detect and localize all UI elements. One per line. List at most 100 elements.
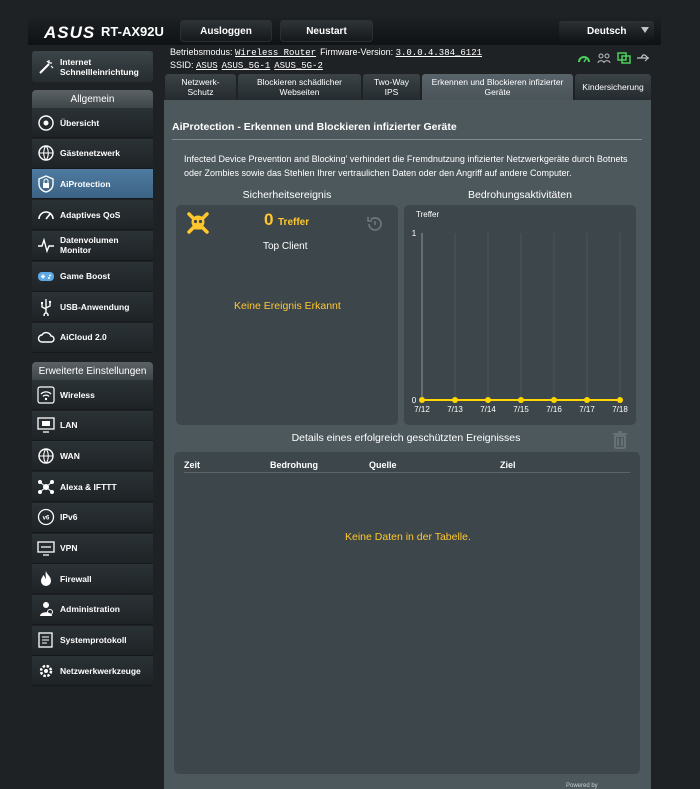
sidebar-item-label: WAN (60, 450, 80, 461)
sidebar-item-label: AiCloud 2.0 (60, 332, 107, 343)
page-description: Infected Device Prevention and Blocking'… (184, 154, 628, 178)
tab-two-way-ips[interactable]: Two-Way IPS (363, 74, 420, 100)
model-name: RT-AX92U (101, 24, 164, 39)
internet-status-icon[interactable] (577, 52, 591, 64)
security-event-title: Sicherheitsereignis (242, 189, 332, 201)
sidebar-item-wireless[interactable]: Wireless (32, 380, 153, 410)
wifi-icon (37, 385, 55, 404)
history-icon[interactable] (365, 214, 385, 234)
sidebar-item-firewall[interactable]: Firewall (32, 564, 153, 595)
y-axis-label: Treffer (416, 210, 439, 219)
sidebar-item-label: USB-Anwendung (60, 301, 130, 312)
y-tick-label: 0 (412, 396, 417, 405)
data-point (584, 397, 590, 403)
sidebar-item-quick-setup[interactable]: Internet Schnellleinrichtung (32, 51, 153, 82)
sidebar-item-label: Übersicht (60, 117, 100, 128)
ssid-label: SSID: (170, 60, 194, 70)
x-tick-label: 7/15 (513, 405, 529, 414)
asus-logo: ASUS (44, 23, 96, 42)
trash-icon[interactable] (612, 431, 628, 449)
sidebar-item-label: Alexa & IFTTT (60, 481, 117, 492)
sidebar-item-übersicht[interactable]: Übersicht (32, 108, 153, 138)
data-point (551, 397, 557, 403)
usb-icon (41, 298, 52, 316)
sidebar-item-label: LAN (60, 420, 78, 431)
data-point (419, 397, 425, 403)
column-header-threat: Bedrohung (270, 460, 318, 470)
globe-icon (38, 145, 54, 161)
sidebar-item-vpn[interactable]: VPN (32, 533, 153, 564)
sidebar-item-label: Netzwerkwerkzeuge (60, 665, 141, 676)
pulse-icon (38, 237, 54, 254)
ssid-link[interactable]: ASUS_5G-2 (274, 61, 323, 71)
column-header-time: Zeit (184, 460, 201, 470)
ssid-link[interactable]: ASUS_5G-1 (222, 61, 271, 71)
x-tick-label: 7/18 (612, 405, 628, 414)
sidebar-section-general: Allgemein (32, 90, 153, 108)
lock-shield-icon (38, 175, 54, 193)
admin-icon (40, 602, 53, 617)
sidebar-item-alexa-ifttt[interactable]: Alexa & IFTTT (32, 472, 153, 503)
sidebar-item-label: Adaptives QoS (60, 209, 121, 220)
sidebar-item-administration[interactable]: Administration (32, 594, 153, 625)
network-status-icon[interactable] (617, 52, 631, 64)
tab-network-protection[interactable]: Netzwerk-Schutz (165, 74, 236, 100)
table-header-divider (184, 472, 630, 473)
logout-button[interactable]: Ausloggen (180, 20, 272, 42)
globe-icon (38, 448, 54, 464)
tab-label: Two-Way IPS (373, 77, 410, 97)
sidebar-item-label: VPN (60, 543, 78, 553)
ssid-link[interactable]: ASUS (196, 61, 218, 71)
usb-status-icon[interactable] (636, 52, 650, 64)
column-header-source: Quelle (369, 460, 397, 470)
sidebar-item-label: Internet Schnellleinrichtung (60, 56, 139, 77)
ipv6-icon: v6 (37, 509, 55, 526)
network-icon (38, 479, 54, 494)
data-point (518, 397, 524, 403)
restart-button[interactable]: Neustart (280, 20, 373, 42)
details-title: Details eines erfolgreich geschützten Er… (291, 432, 521, 444)
tab-label: Kindersicherung (582, 82, 644, 92)
mode-link[interactable]: Wireless Router (235, 48, 316, 58)
sidebar-item-systemprotokoll[interactable]: Systemprotokoll (32, 625, 153, 656)
data-point (452, 397, 458, 403)
svg-text:v6: v6 (43, 516, 50, 522)
sidebar-section-advanced: Erweiterte Einstellungen (32, 362, 153, 380)
clients-icon[interactable] (597, 52, 611, 64)
gamepad-icon (38, 272, 54, 281)
sidebar-item-game-boost[interactable]: Game Boost (32, 261, 153, 292)
column-header-target: Ziel (500, 460, 516, 470)
firmware-label: Firmware-Version: (320, 47, 394, 57)
data-point (485, 397, 491, 403)
sidebar-item-datenvolumen-monitor[interactable]: Datenvolumen Monitor (32, 230, 153, 261)
mode-label: Betriebsmodus: (170, 47, 233, 57)
tab-label: Netzwerk-Schutz (181, 77, 220, 97)
wand-icon (39, 59, 54, 74)
sidebar-item-aiprotection[interactable]: AiProtection (32, 169, 153, 200)
data-point (617, 397, 623, 403)
gauge-icon (38, 210, 54, 220)
powered-by-label: Powered by (566, 783, 598, 789)
firmware-link[interactable]: 3.0.0.4.384_6121 (396, 48, 482, 58)
sidebar-item-label: IPv6 (60, 512, 78, 523)
sidebar-item-netzwerkwerkzeuge[interactable]: Netzwerkwerkzeuge (32, 656, 153, 687)
sidebar-item-label: AiProtection (60, 178, 111, 189)
sidebar-item-wan[interactable]: WAN (32, 441, 153, 472)
sidebar-item-lan[interactable]: LAN (32, 410, 153, 441)
tab-parental-controls[interactable]: Kindersicherung (575, 74, 651, 100)
sidebar-item-label: Datenvolumen Monitor (60, 235, 119, 256)
sidebar-item-ipv6[interactable]: v6 IPv6 (32, 502, 153, 533)
tab-infected-device-blocking[interactable]: Erkennen und Blockieren infizierter Gerä… (422, 74, 573, 100)
skull-icon (187, 212, 209, 234)
security-event-panel (176, 205, 398, 425)
sidebar-item-usb-anwendung[interactable]: USB-Anwendung (32, 292, 153, 323)
sidebar-item-aicloud-2-0[interactable]: AiCloud 2.0 (32, 322, 153, 353)
sidebar-item-gästenetzwerk[interactable]: Gästenetzwerk (32, 138, 153, 169)
language-select[interactable]: Deutsch (559, 21, 654, 41)
tab-label: Erkennen und Blockieren infizierter Gerä… (431, 77, 564, 97)
threat-activity-chart: Treffer 0 1 7/12 7/13 7/14 7/15 7/16 7/17 7/18 (412, 210, 629, 414)
vpn-icon (37, 541, 55, 556)
tab-malicious-sites[interactable]: Blockieren schädlicher Webseiten (238, 74, 361, 100)
sidebar-item-adaptives-qos[interactable]: Adaptives QoS (32, 200, 153, 231)
top-client-label: Top Client (263, 241, 308, 252)
